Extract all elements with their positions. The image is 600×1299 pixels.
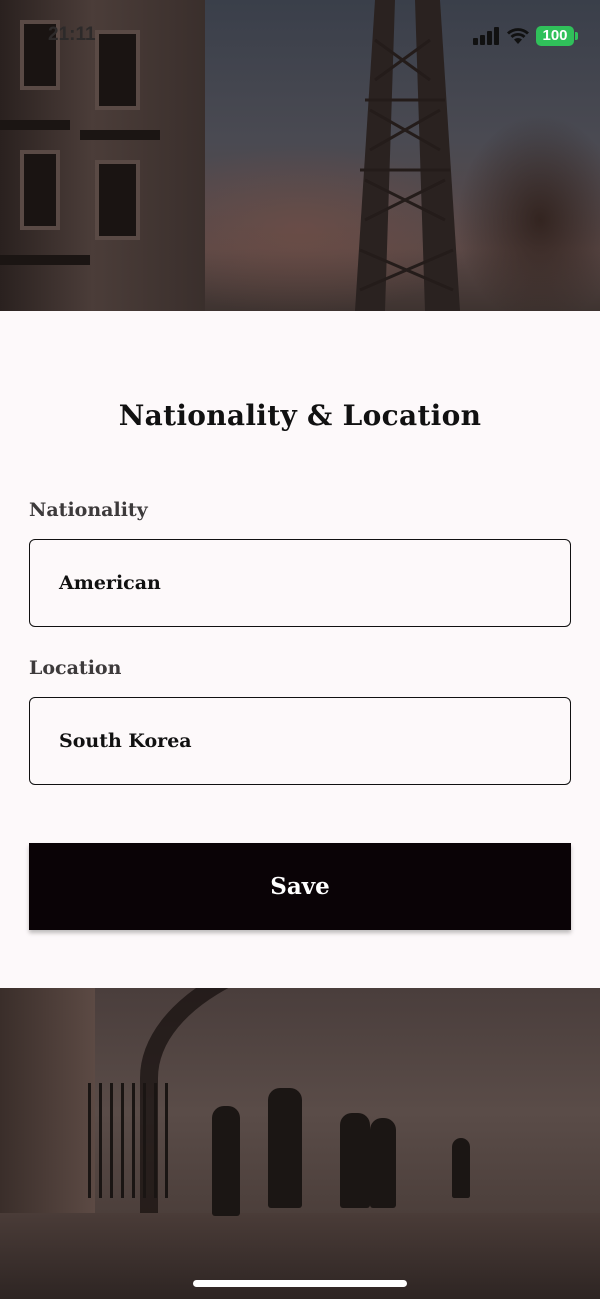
trees-illustration (420, 80, 600, 311)
battery-icon: 100 (536, 26, 578, 46)
nationality-location-card: Nationality & Location Nationality Ameri… (0, 311, 600, 988)
status-time: 21:11 (48, 24, 96, 45)
background-photo-bottom (0, 988, 600, 1299)
pedestrian-figure (268, 1088, 302, 1208)
pedestrian-figure (452, 1138, 470, 1198)
nationality-label: Nationality (29, 499, 148, 521)
nationality-value: American (59, 572, 161, 594)
status-bar: 21:11 100 (0, 0, 600, 70)
pedestrian-figure (212, 1106, 240, 1216)
location-field[interactable]: South Korea (29, 697, 571, 785)
pedestrian-figure (370, 1118, 396, 1208)
signal-icon (473, 27, 499, 45)
pedestrian-figure (340, 1113, 370, 1208)
building-illustration (0, 988, 95, 1228)
nationality-field[interactable]: American (29, 539, 571, 627)
save-button[interactable]: Save (29, 843, 571, 930)
page-title: Nationality & Location (118, 399, 482, 432)
location-label: Location (29, 657, 122, 679)
home-indicator[interactable] (193, 1280, 407, 1287)
location-value: South Korea (59, 730, 192, 752)
wifi-icon (507, 28, 529, 44)
fence-illustration (88, 1083, 173, 1198)
